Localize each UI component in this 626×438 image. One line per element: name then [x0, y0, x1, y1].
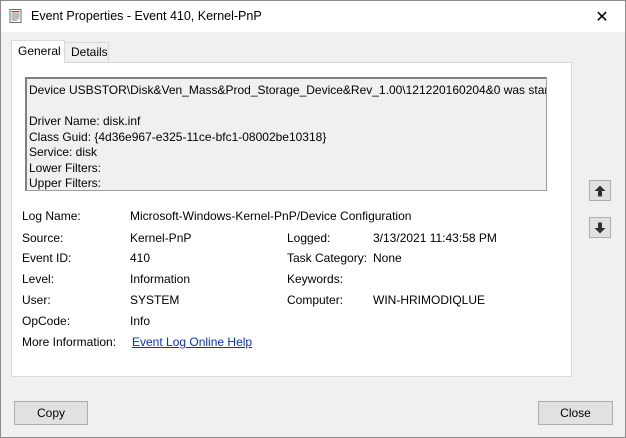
event-description-box[interactable]: Device USBSTOR\Disk&Ven_Mass&Prod_Storag…	[25, 77, 547, 191]
title-bar: Event Properties - Event 410, Kernel-PnP…	[1, 1, 625, 32]
task-category-label: Task Category:	[287, 251, 368, 265]
event-log-online-help-link[interactable]: Event Log Online Help	[132, 335, 252, 349]
description-line: Service: disk	[29, 145, 98, 159]
event-id-label: Event ID:	[22, 251, 72, 265]
description-line: Device USBSTOR\Disk&Ven_Mass&Prod_Storag…	[29, 83, 547, 97]
description-line: Class Guid: {4d36e967-e325-11ce-bfc1-080…	[29, 129, 327, 144]
tab-details[interactable]: Details	[64, 42, 109, 63]
level-value: Information	[130, 272, 191, 286]
description-line: Driver Name: disk.inf	[29, 114, 141, 128]
arrow-up-icon	[594, 185, 606, 196]
level-label: Level:	[22, 272, 55, 286]
log-name-label: Log Name:	[22, 209, 81, 223]
user-value: SYSTEM	[130, 293, 180, 307]
task-category-value: None	[373, 251, 402, 265]
user-label: User:	[22, 293, 51, 307]
description-line: Lower Filters:	[29, 160, 102, 175]
log-name-value: Microsoft-Windows-Kernel-PnP/Device Conf…	[130, 209, 412, 223]
copy-button[interactable]: Copy	[14, 401, 88, 425]
keywords-label: Keywords:	[287, 272, 344, 286]
opcode-label: OpCode:	[22, 314, 71, 328]
description-line: Upper Filters:	[29, 176, 102, 190]
description-line	[29, 99, 544, 115]
event-id-value: 410	[130, 251, 151, 265]
previous-event-button[interactable]	[589, 180, 611, 201]
close-icon[interactable]: ✕	[579, 1, 625, 32]
source-label: Source:	[22, 231, 64, 245]
logged-label: Logged:	[287, 231, 331, 245]
logged-value: 3/13/2021 11:43:58 PM	[373, 231, 497, 245]
computer-value: WIN-HRIMODIQLUE	[373, 293, 485, 307]
source-value: Kernel-PnP	[130, 231, 192, 245]
event-viewer-icon	[9, 9, 22, 23]
computer-label: Computer:	[287, 293, 344, 307]
opcode-value: Info	[130, 314, 151, 328]
next-event-button[interactable]	[589, 217, 611, 238]
window-title: Event Properties - Event 410, Kernel-PnP	[31, 9, 262, 23]
close-button[interactable]: Close	[538, 401, 613, 425]
more-information-label: More Information:	[22, 335, 117, 349]
arrow-down-icon	[594, 222, 606, 233]
tab-general[interactable]: General	[11, 40, 65, 63]
event-properties-window: Event Properties - Event 410, Kernel-PnP…	[0, 0, 626, 438]
